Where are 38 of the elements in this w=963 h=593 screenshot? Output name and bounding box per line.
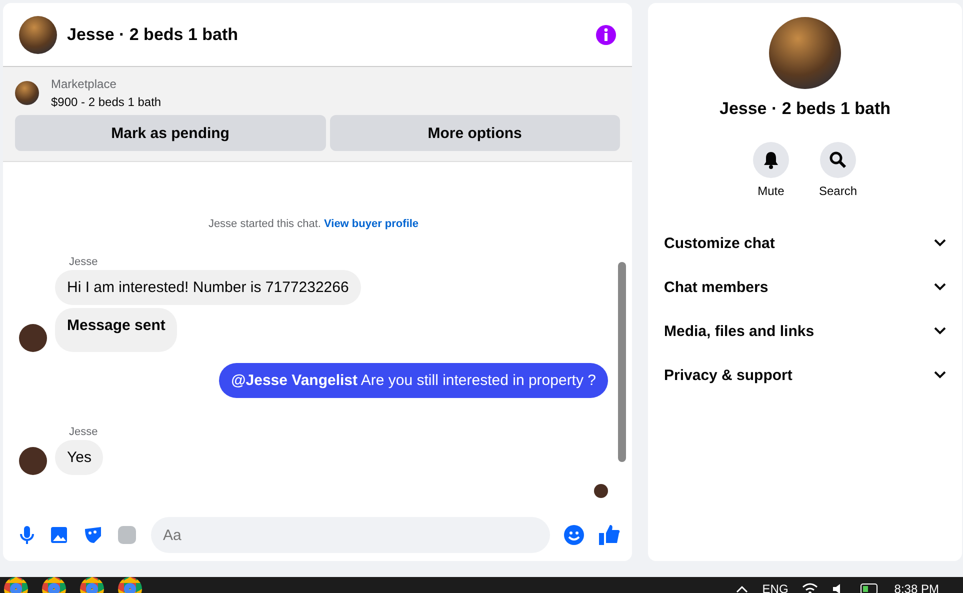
message-bubble: Yes xyxy=(55,440,104,475)
listing-photo xyxy=(19,16,57,54)
search-icon xyxy=(829,151,847,169)
language-indicator[interactable]: ENG xyxy=(762,582,788,593)
read-receipt-avatar xyxy=(594,484,608,498)
microphone-icon[interactable] xyxy=(19,525,35,545)
mark-pending-button[interactable]: Mark as pending xyxy=(15,115,326,151)
listing-summary: $900 - 2 beds 1 bath xyxy=(51,95,162,109)
section-header[interactable]: Privacy & support xyxy=(648,353,962,397)
section-header[interactable]: Customize chat xyxy=(648,221,962,265)
message-field[interactable]: Aa xyxy=(151,517,550,553)
chat-title: Jesse · 2 beds 1 bath xyxy=(67,24,240,44)
thumbs-up-icon[interactable] xyxy=(598,524,620,546)
scrollbar-thumb[interactable] xyxy=(618,262,626,462)
listing-source: Marketplace xyxy=(51,77,118,91)
sender-name: Jesse xyxy=(69,426,99,438)
message-bubble: Hi I am interested! Number is 7177232266 xyxy=(55,270,361,305)
view-profile-link[interactable]: View buyer profile xyxy=(324,218,419,230)
caret-up-icon[interactable] xyxy=(736,585,748,593)
message-bubble: Message sent xyxy=(55,308,178,352)
emoji-icon[interactable] xyxy=(564,525,584,545)
info-icon[interactable] xyxy=(596,24,616,44)
clock-time[interactable]: 8:38 PM xyxy=(894,582,939,593)
sender-name: Jesse xyxy=(69,256,99,268)
bell-icon xyxy=(762,151,779,169)
image-icon[interactable] xyxy=(49,525,69,545)
message-bubble: @Jesse Vangelist Are you still interested in property ? xyxy=(219,363,608,398)
mute-button[interactable]: Mute xyxy=(746,141,795,199)
search-button[interactable]: Search xyxy=(812,141,864,199)
listing-photo xyxy=(15,81,39,105)
chat-notice: Jesse started this chat. View buyer profile xyxy=(207,218,420,230)
section-header[interactable]: Chat members xyxy=(648,265,962,309)
wifi-icon[interactable] xyxy=(802,583,818,593)
more-options-button[interactable]: More options xyxy=(330,115,620,151)
sticker-icon[interactable] xyxy=(83,525,103,545)
details-title: Jesse · 2 beds 1 bath xyxy=(719,99,891,119)
battery-icon[interactable] xyxy=(860,583,880,593)
section-header[interactable]: Media, files and links xyxy=(648,309,962,353)
